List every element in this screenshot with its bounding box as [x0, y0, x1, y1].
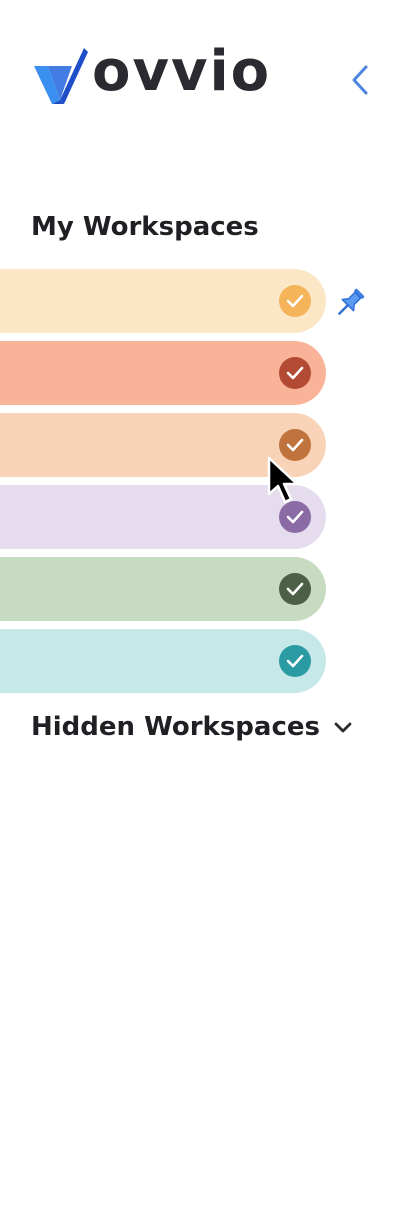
- workspace-item-1[interactable]: [0, 269, 326, 333]
- hidden-workspaces-title: Hidden Workspaces: [31, 712, 320, 742]
- my-workspaces-title: My Workspaces: [31, 212, 259, 242]
- check-icon: [286, 582, 304, 596]
- workspace-checkbox[interactable]: [279, 357, 311, 389]
- chevron-left-icon: [352, 65, 368, 95]
- workspace-item-4[interactable]: [0, 485, 326, 549]
- brand-name: ovvio: [92, 39, 272, 104]
- ovvio-logo: ovvio: [32, 39, 272, 106]
- workspace-checkbox[interactable]: [279, 573, 311, 605]
- hidden-workspaces-toggle[interactable]: Hidden Workspaces: [31, 712, 354, 742]
- workspace-item-3[interactable]: [0, 413, 326, 477]
- workspace-item-6[interactable]: [0, 629, 326, 693]
- workspace-checkbox[interactable]: [279, 429, 311, 461]
- collapse-sidebar-button[interactable]: [344, 62, 376, 98]
- sidebar-header: ovvio: [0, 0, 400, 160]
- check-icon: [286, 294, 304, 308]
- workspace-item-2[interactable]: [0, 341, 326, 405]
- chevron-down-icon: [334, 722, 352, 733]
- check-swoosh-logo-icon: [34, 48, 88, 104]
- workspace-checkbox[interactable]: [279, 645, 311, 677]
- check-icon: [286, 438, 304, 452]
- workspace-checkbox[interactable]: [279, 501, 311, 533]
- pin-workspace-button[interactable]: [332, 285, 368, 321]
- workspace-checkbox[interactable]: [279, 285, 311, 317]
- workspace-item-5[interactable]: [0, 557, 326, 621]
- check-icon: [286, 366, 304, 380]
- pushpin-icon: [338, 288, 365, 315]
- check-icon: [286, 510, 304, 524]
- check-icon: [286, 654, 304, 668]
